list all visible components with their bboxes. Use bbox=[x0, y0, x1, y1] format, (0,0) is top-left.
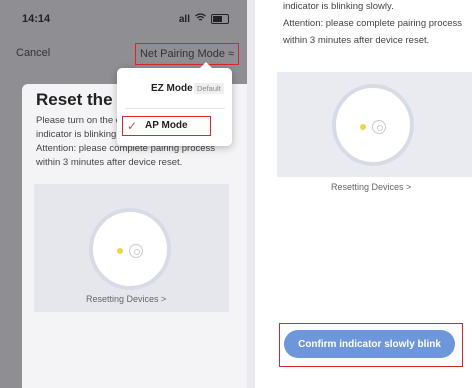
panel-gap bbox=[247, 0, 255, 388]
resetting-devices-link[interactable]: Resetting Devices > bbox=[86, 294, 166, 304]
divider bbox=[125, 108, 225, 109]
ap-mode-option[interactable]: ✓ AP Mode bbox=[122, 116, 211, 136]
default-badge: Default bbox=[194, 83, 224, 94]
device-image bbox=[332, 84, 414, 166]
toggle-icon: ≈ bbox=[227, 48, 235, 60]
ap-mode-label: AP Mode bbox=[145, 120, 188, 131]
status-icons: all bbox=[179, 13, 229, 25]
battery-icon bbox=[211, 14, 229, 24]
device-image bbox=[89, 208, 171, 290]
device-illustration bbox=[34, 184, 229, 312]
right-phone-screen: indicator is blinking slowly. Attention:… bbox=[255, 0, 472, 388]
ez-mode-option[interactable]: EZ Mode Default bbox=[117, 78, 232, 102]
wifi-icon bbox=[195, 13, 206, 25]
power-button-icon bbox=[372, 120, 386, 134]
desc-line: indicator is blinking slowly. bbox=[283, 1, 394, 12]
led-indicator-icon bbox=[360, 124, 366, 130]
net-pairing-mode-button[interactable]: Net Pairing Mode ≈ bbox=[135, 43, 239, 65]
status-bar: 14:14 all bbox=[0, 0, 247, 38]
reset-instructions: indicator is blinking slowly. Attention:… bbox=[283, 0, 472, 49]
confirm-indicator-button[interactable]: Confirm indicator slowly blink bbox=[284, 330, 455, 358]
power-button-icon bbox=[129, 244, 143, 258]
status-time: 14:14 bbox=[22, 13, 51, 25]
resetting-devices-link[interactable]: Resetting Devices > bbox=[331, 182, 411, 192]
led-indicator-icon bbox=[117, 248, 123, 254]
pairing-mode-dropdown: EZ Mode Default ✓ AP Mode bbox=[117, 62, 232, 146]
ez-mode-label: EZ Mode bbox=[151, 83, 193, 94]
cancel-button[interactable]: Cancel bbox=[16, 47, 50, 59]
desc-line: within 3 minutes after device reset. bbox=[283, 35, 430, 46]
net-pairing-mode-label: Net Pairing Mode bbox=[139, 48, 225, 60]
confirm-highlight: Confirm indicator slowly blink bbox=[279, 323, 463, 367]
device-illustration bbox=[277, 72, 472, 177]
signal-icon: all bbox=[178, 13, 190, 25]
desc-line: within 3 minutes after device reset. bbox=[36, 157, 183, 168]
desc-line: Attention: please complete pairing proce… bbox=[283, 18, 463, 29]
checkmark-icon: ✓ bbox=[127, 119, 138, 133]
left-phone-screen: 14:14 all Cancel Net Pairing Mode ≈ Rese… bbox=[0, 0, 247, 388]
